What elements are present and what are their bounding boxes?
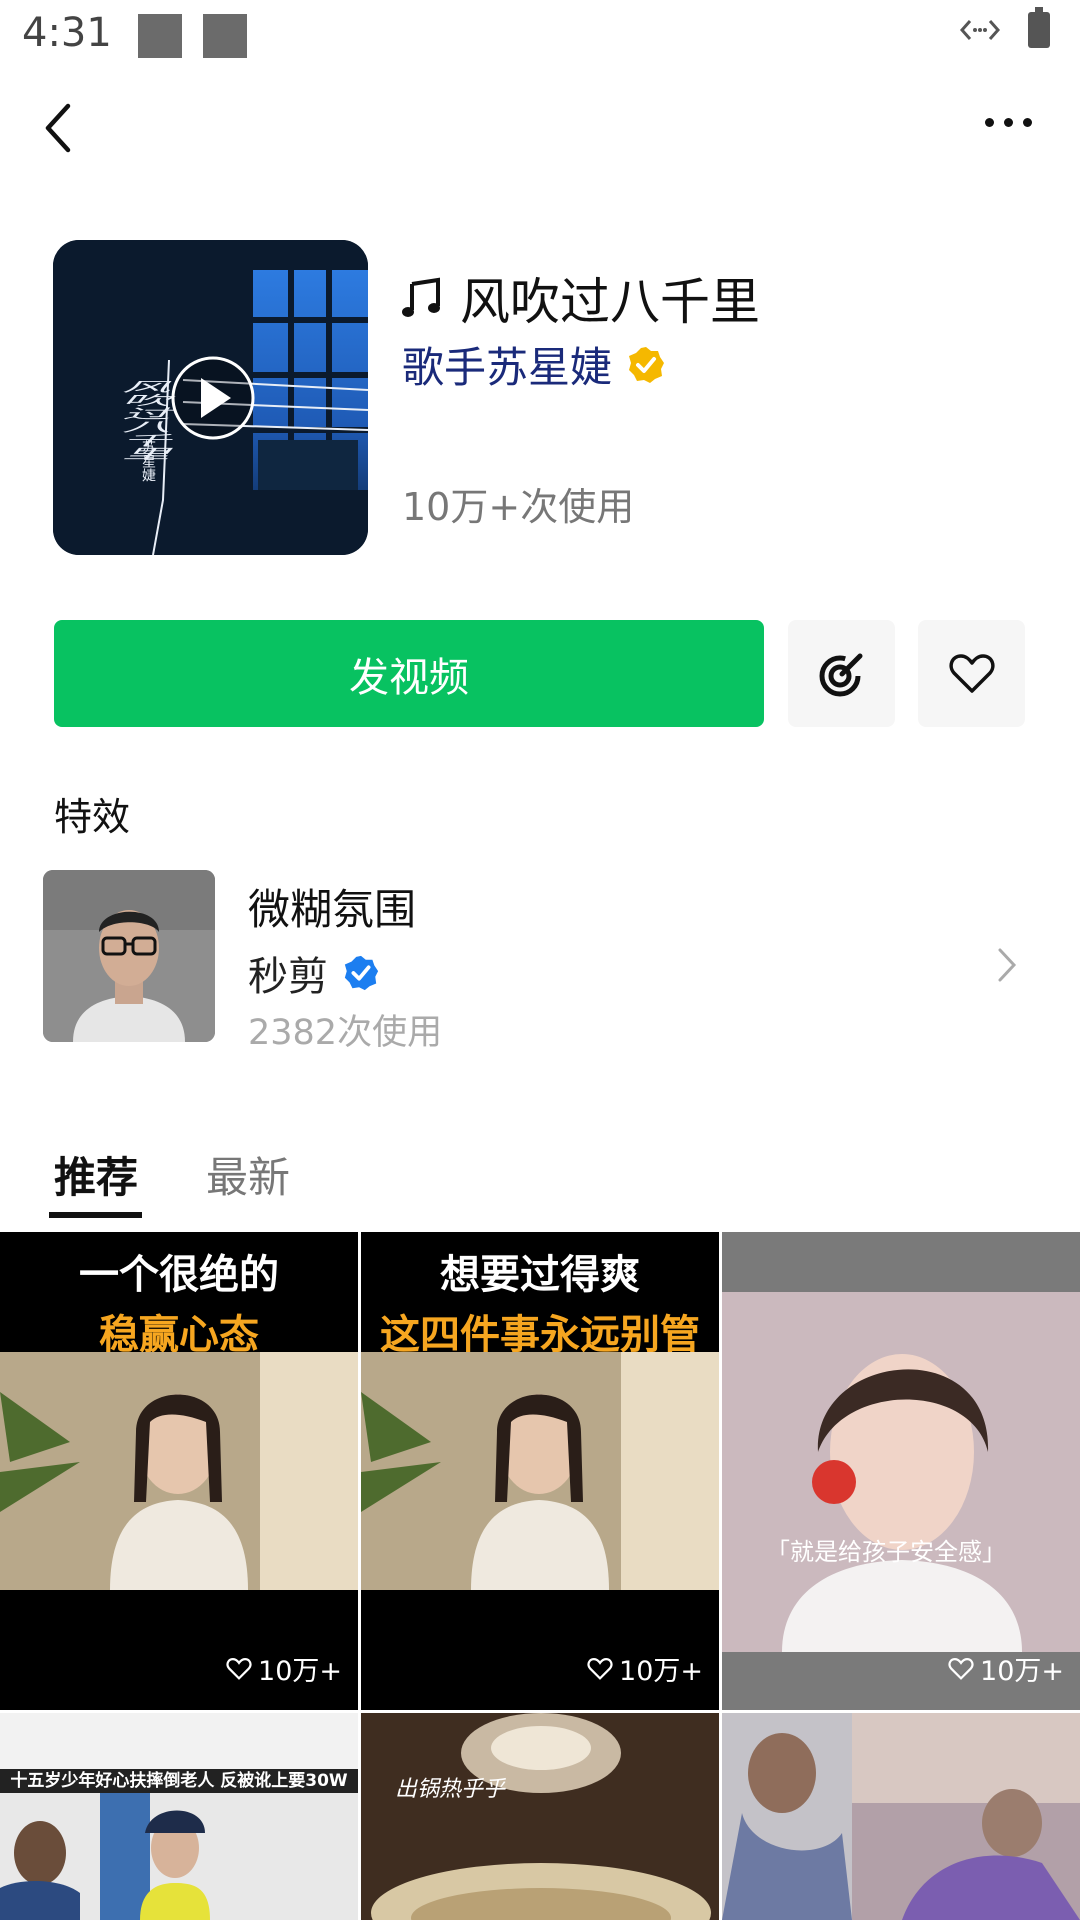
video-tile[interactable]: 十五岁少年好心扶摔倒老人 反被讹上要30W	[0, 1713, 358, 1920]
effect-author-row[interactable]: 秒剪	[248, 944, 380, 1002]
effect-use-count: 2382次使用	[248, 1013, 443, 1053]
effect-thumbnail[interactable]	[43, 870, 215, 1042]
recognize-icon	[819, 653, 862, 696]
favorite-button[interactable]	[918, 620, 1025, 727]
song-title-row: 风吹过八千里	[402, 262, 760, 334]
video-thumbnail	[0, 1793, 358, 1920]
cover-art: 风吹过八千里 苏星婕	[53, 240, 368, 555]
like-count: 10万+	[587, 1649, 703, 1688]
heart-icon	[948, 653, 995, 693]
status-icons	[958, 7, 1050, 48]
video-tile[interactable]: 一个很绝的 稳赢心态 10万+	[0, 1232, 358, 1710]
video-tile[interactable]: 「就是给孩子安全感」 10万+	[722, 1232, 1080, 1710]
video-tile[interactable]: 想要过得爽 这四件事永远别管 10万+	[361, 1232, 719, 1710]
video-tile[interactable]	[722, 1713, 1080, 1920]
video-caption: 出锅热乎乎	[395, 1777, 506, 1802]
verified-badge-icon	[629, 346, 665, 383]
song-title: 风吹过八千里	[460, 273, 760, 331]
cover-artist-text: 苏星婕	[140, 440, 156, 482]
singer-link[interactable]: 歌手苏星婕	[402, 334, 666, 395]
post-video-button[interactable]: 发视频	[54, 620, 764, 727]
battery-icon	[1028, 7, 1050, 48]
video-thumbnail	[361, 1713, 719, 1920]
like-count-text: 10万+	[258, 1656, 342, 1687]
data-transfer-icon	[959, 20, 1001, 40]
more-options-icon[interactable]	[985, 118, 1032, 127]
effect-name[interactable]: 微糊氛围	[248, 876, 416, 937]
heart-icon	[226, 1657, 252, 1680]
chevron-right-icon[interactable]	[992, 944, 1022, 986]
video-subtitle: 「就是给孩子安全感」	[766, 1538, 1006, 1566]
video-caption-line1: 想要过得爽	[440, 1252, 640, 1298]
singer-name: 歌手苏星婕	[402, 343, 613, 392]
verified-badge-icon	[344, 955, 379, 991]
active-tab-indicator	[49, 1212, 142, 1218]
status-time: 4:31	[22, 10, 112, 56]
effect-author: 秒剪	[248, 954, 328, 1000]
video-thumbnail	[0, 1352, 358, 1590]
video-caption-line1: 一个很绝的	[79, 1252, 279, 1298]
video-thumbnail	[361, 1352, 719, 1590]
tab-latest[interactable]: 最新	[206, 1144, 290, 1205]
back-icon[interactable]	[34, 98, 84, 158]
song-cover[interactable]: 风吹过八千里 苏星婕	[53, 240, 368, 555]
notification-icon	[203, 14, 247, 58]
like-count-text: 10万+	[980, 1656, 1064, 1687]
effects-section-title: 特效	[54, 795, 131, 839]
song-use-count: 10万+次使用	[402, 485, 635, 529]
notification-icon	[138, 14, 182, 58]
like-count-text: 10万+	[619, 1656, 703, 1687]
tab-recommended[interactable]: 推荐	[54, 1144, 138, 1205]
video-tile[interactable]: 出锅热乎乎	[361, 1713, 719, 1920]
video-caption: 十五岁少年好心扶摔倒老人 反被讹上要30W	[0, 1769, 358, 1793]
video-thumbnail	[722, 1713, 1080, 1920]
like-count: 10万+	[948, 1649, 1064, 1688]
song-recognition-button[interactable]	[788, 620, 895, 727]
like-count: 10万+	[226, 1649, 342, 1688]
heart-icon	[587, 1657, 613, 1680]
music-note-icon	[402, 277, 440, 317]
heart-icon	[948, 1657, 974, 1680]
video-thumbnail	[722, 1292, 1080, 1652]
effect-preview-image	[43, 870, 215, 1042]
